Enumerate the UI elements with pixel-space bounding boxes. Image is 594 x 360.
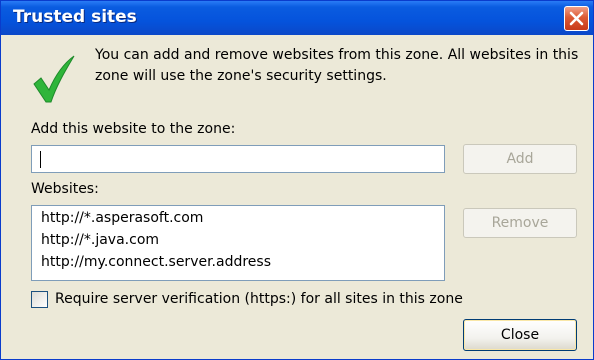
list-item[interactable]: http://*.java.com bbox=[41, 230, 159, 250]
websites-list[interactable]: http://*.asperasoft.com http://*.java.co… bbox=[31, 205, 445, 281]
info-text: You can add and remove websites from thi… bbox=[95, 47, 579, 84]
close-button[interactable]: Close bbox=[463, 319, 577, 351]
remove-button[interactable]: Remove bbox=[463, 208, 577, 238]
add-website-label: Add this website to the zone: bbox=[31, 121, 236, 137]
websites-label: Websites: bbox=[31, 181, 99, 197]
trusted-sites-dialog: Trusted sites You can add and remove web… bbox=[0, 0, 594, 360]
list-item[interactable]: http://my.connect.server.address bbox=[41, 252, 271, 272]
add-button[interactable]: Add bbox=[463, 144, 577, 174]
close-icon bbox=[569, 11, 584, 26]
checkmark-icon bbox=[33, 55, 75, 103]
title-close-button[interactable] bbox=[564, 6, 589, 31]
window-title: Trusted sites bbox=[13, 7, 137, 27]
website-input[interactable] bbox=[31, 145, 445, 173]
require-verification-label[interactable]: Require server verification (https:) for… bbox=[55, 291, 463, 307]
text-caret bbox=[40, 151, 41, 168]
require-verification-checkbox[interactable] bbox=[31, 291, 48, 308]
list-item[interactable]: http://*.asperasoft.com bbox=[41, 208, 203, 228]
title-bar[interactable]: Trusted sites bbox=[1, 1, 593, 35]
